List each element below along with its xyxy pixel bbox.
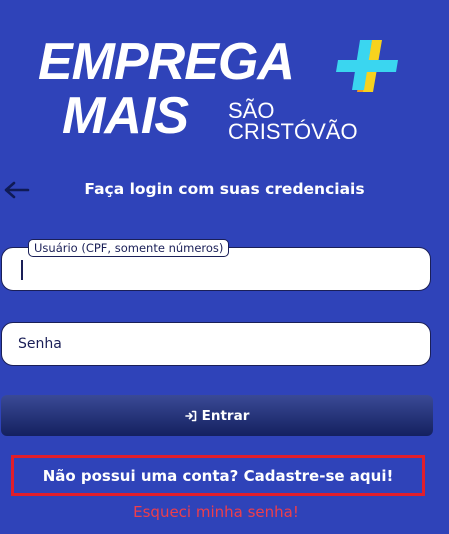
logo-sub-sao: SÃO <box>228 98 275 123</box>
forgot-password-link[interactable]: Esqueci minha senha! <box>0 503 432 521</box>
user-field-label: Usuário (CPF, somente números) <box>28 239 230 257</box>
sign-in-icon <box>184 410 196 421</box>
logo-subtitle: SÃO CRISTÓVÃO <box>228 98 358 144</box>
logo-line-mais: MAIS <box>62 87 189 145</box>
page-title: Faça login com suas credenciais <box>84 180 365 198</box>
enter-button[interactable]: Entrar <box>1 395 433 436</box>
plus-mark-icon <box>336 40 398 92</box>
logo: EMPREGA MAIS SÃO CRISTÓVÃO <box>38 36 398 148</box>
enter-button-label: Entrar <box>201 407 250 424</box>
logo-line-emprega: EMPREGA <box>38 33 295 91</box>
register-link[interactable]: Não possui uma conta? Cadastre-se aqui! <box>11 455 425 496</box>
password-field[interactable] <box>1 322 431 366</box>
logo-sub-cristovao: CRISTÓVÃO <box>228 119 358 144</box>
password-input[interactable] <box>2 323 430 365</box>
text-caret <box>21 260 23 280</box>
